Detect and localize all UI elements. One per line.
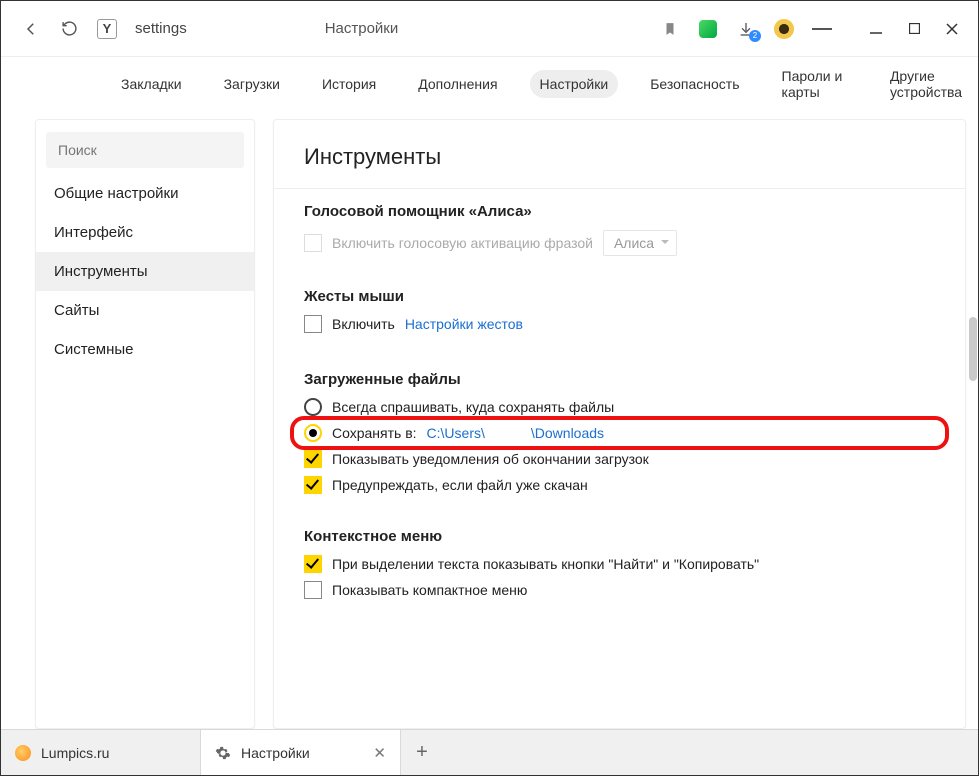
downloads-saveto-row: Сохранять в: C:\Users\ \Downloads bbox=[304, 424, 935, 442]
nav-settings[interactable]: Настройки bbox=[530, 70, 619, 98]
context-opt1-row: При выделении текста показывать кнопки "… bbox=[304, 555, 935, 573]
scrollbar-thumb[interactable] bbox=[969, 317, 977, 381]
page-title-in-toolbar: Настройки bbox=[325, 20, 399, 37]
close-icon[interactable] bbox=[944, 21, 960, 37]
sidebar-item-system[interactable]: Системные bbox=[36, 330, 254, 369]
reload-icon[interactable] bbox=[59, 19, 79, 39]
downloads-warn-row: Предупреждать, если файл уже скачан bbox=[304, 476, 935, 494]
mouse-row: Включить Настройки жестов bbox=[304, 315, 935, 333]
alice-phrase-dropdown[interactable]: Алиса bbox=[603, 230, 677, 256]
browser-toolbar: Y settings Настройки 2 bbox=[1, 1, 978, 57]
new-tab-button[interactable]: + bbox=[401, 730, 443, 775]
context-opt2-label: Показывать компактное меню bbox=[332, 582, 527, 598]
download-path-part2[interactable]: \Downloads bbox=[531, 425, 604, 441]
context-opt1-checkbox[interactable] bbox=[304, 555, 322, 573]
downloads-icon[interactable]: 2 bbox=[736, 19, 756, 39]
downloads-notify-row: Показывать уведомления об окончании загр… bbox=[304, 450, 935, 468]
mouse-enable-label: Включить bbox=[332, 316, 395, 332]
mouse-enable-checkbox[interactable] bbox=[304, 315, 322, 333]
download-path-part1[interactable]: C:\Users\ bbox=[427, 425, 485, 441]
context-opt2-row: Показывать компактное меню bbox=[304, 581, 935, 599]
minimize-icon[interactable] bbox=[868, 21, 884, 37]
settings-sidebar: Общие настройки Интерфейс Инструменты Са… bbox=[35, 119, 255, 729]
downloads-ask-row: Всегда спрашивать, куда сохранять файлы bbox=[304, 398, 935, 416]
notify-checkbox[interactable] bbox=[304, 450, 322, 468]
section-mouse-title: Жесты мыши bbox=[304, 288, 935, 305]
lumpics-favicon bbox=[15, 745, 31, 761]
nav-devices[interactable]: Другие устройства bbox=[880, 62, 978, 106]
downloads-badge: 2 bbox=[749, 30, 761, 42]
mouse-settings-link[interactable]: Настройки жестов bbox=[405, 316, 523, 332]
nav-history[interactable]: История bbox=[312, 70, 386, 98]
warn-checkbox[interactable] bbox=[304, 476, 322, 494]
section-downloads-title: Загруженные файлы bbox=[304, 371, 935, 388]
tab-strip: Lumpics.ru Настройки ✕ + bbox=[1, 729, 978, 775]
nav-addons[interactable]: Дополнения bbox=[408, 70, 507, 98]
radio-always-ask[interactable] bbox=[304, 398, 322, 416]
tab-settings[interactable]: Настройки ✕ bbox=[201, 730, 401, 775]
section-alice-title: Голосовой помощник «Алиса» bbox=[304, 203, 935, 220]
nav-passwords[interactable]: Пароли и карты bbox=[772, 62, 858, 106]
gear-icon bbox=[215, 745, 231, 761]
yandex-logo-icon: Y bbox=[97, 19, 117, 39]
back-icon[interactable] bbox=[21, 19, 41, 39]
settings-content: Инструменты Голосовой помощник «Алиса» В… bbox=[273, 119, 966, 729]
address-text[interactable]: settings bbox=[135, 20, 187, 37]
nav-downloads[interactable]: Загрузки bbox=[214, 70, 290, 98]
maximize-icon[interactable] bbox=[906, 21, 922, 37]
radio-save-to-label: Сохранять в: bbox=[332, 425, 417, 441]
context-opt1-label: При выделении текста показывать кнопки "… bbox=[332, 556, 759, 572]
notify-label: Показывать уведомления об окончании загр… bbox=[332, 451, 649, 467]
context-opt2-checkbox[interactable] bbox=[304, 581, 322, 599]
panel-heading: Инструменты bbox=[304, 144, 935, 170]
sidebar-search bbox=[46, 132, 244, 168]
tab-lumpics-title: Lumpics.ru bbox=[41, 745, 186, 761]
sidebar-item-general[interactable]: Общие настройки bbox=[36, 174, 254, 213]
window-controls bbox=[868, 21, 960, 37]
tab-lumpics[interactable]: Lumpics.ru bbox=[1, 730, 201, 775]
tab-settings-title: Настройки bbox=[241, 745, 363, 761]
sidebar-item-sites[interactable]: Сайты bbox=[36, 291, 254, 330]
settings-nav: Закладки Загрузки История Дополнения Нас… bbox=[1, 57, 978, 111]
section-context-title: Контекстное меню bbox=[304, 528, 935, 545]
radio-save-to[interactable] bbox=[304, 424, 322, 442]
menu-icon[interactable] bbox=[812, 19, 832, 39]
nav-security[interactable]: Безопасность bbox=[640, 70, 749, 98]
search-input[interactable] bbox=[46, 132, 244, 168]
nav-bookmarks[interactable]: Закладки bbox=[111, 70, 192, 98]
tab-close-icon[interactable]: ✕ bbox=[373, 744, 386, 762]
radio-always-ask-label: Всегда спрашивать, куда сохранять файлы bbox=[332, 399, 614, 415]
sidebar-item-tools[interactable]: Инструменты bbox=[36, 252, 254, 291]
alice-row: Включить голосовую активацию фразой Алис… bbox=[304, 230, 935, 256]
alice-enable-label: Включить голосовую активацию фразой bbox=[332, 235, 593, 251]
profile-avatar[interactable] bbox=[774, 19, 794, 39]
alice-enable-checkbox[interactable] bbox=[304, 234, 322, 252]
warn-label: Предупреждать, если файл уже скачан bbox=[332, 477, 588, 493]
bookmark-icon[interactable] bbox=[660, 19, 680, 39]
extension-icon[interactable] bbox=[698, 19, 718, 39]
sidebar-item-interface[interactable]: Интерфейс bbox=[36, 213, 254, 252]
